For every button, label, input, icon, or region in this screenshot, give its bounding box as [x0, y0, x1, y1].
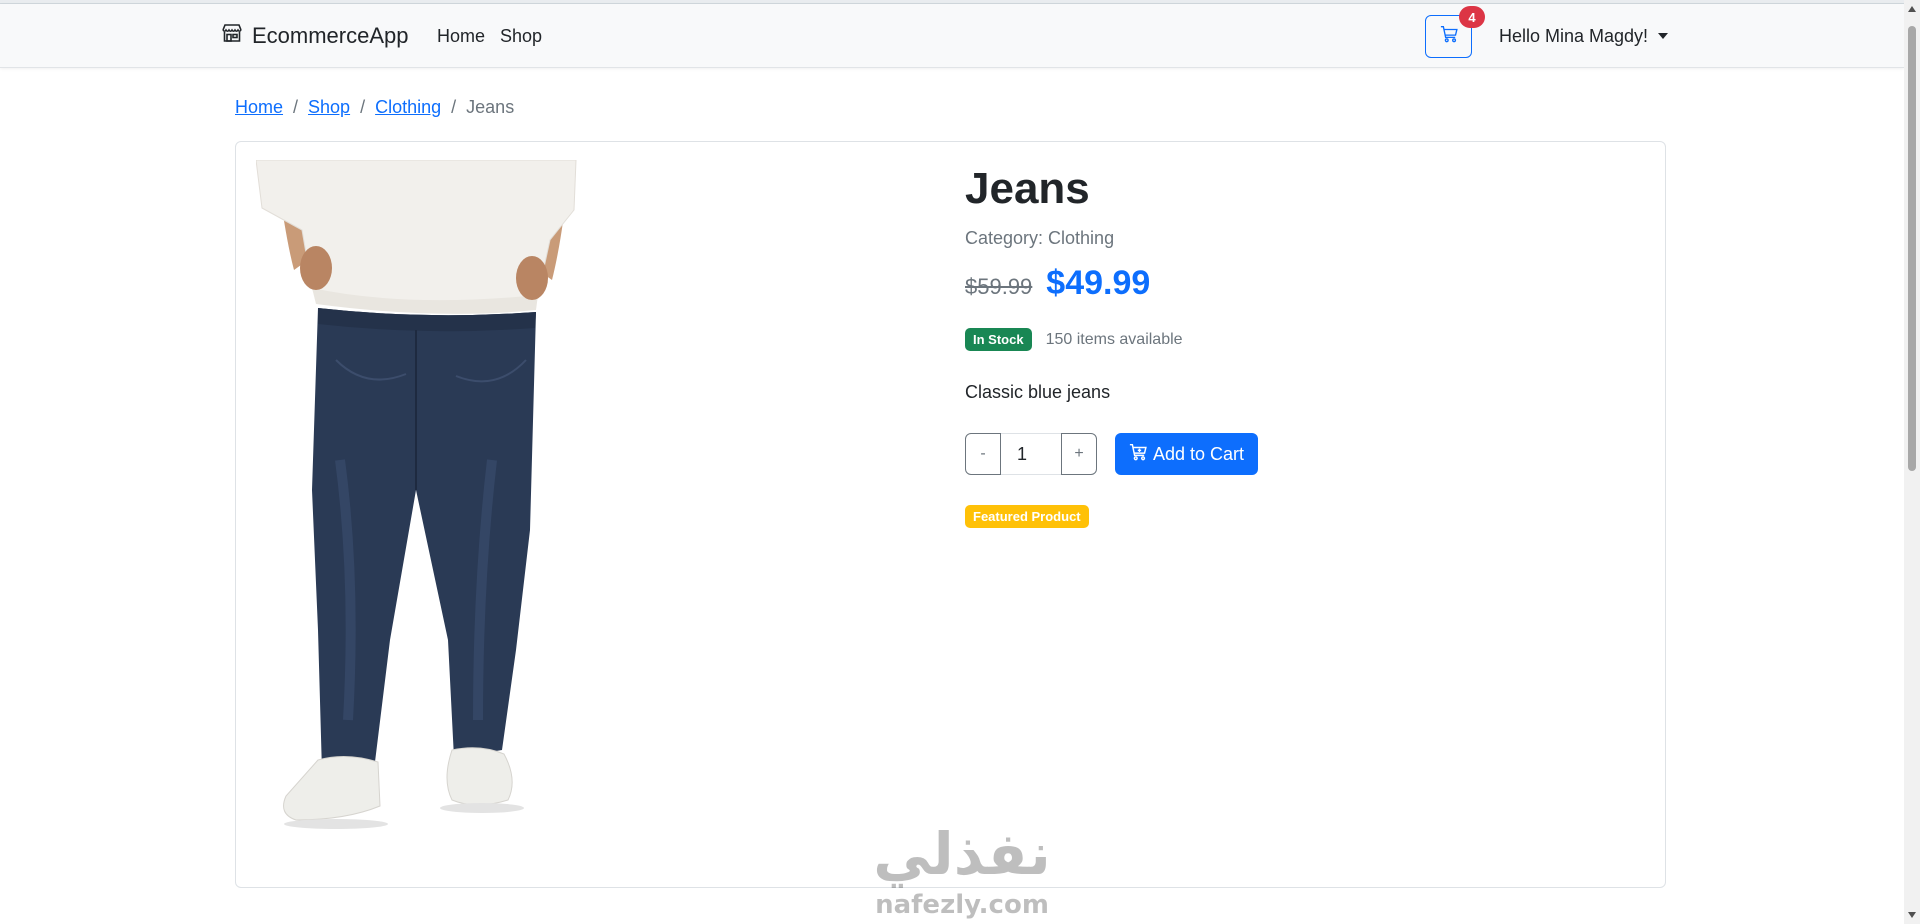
quantity-decrease-button[interactable]: -: [965, 433, 1001, 475]
items-available: 150 items available: [1045, 330, 1183, 348]
product-image: [255, 159, 616, 840]
brand-link[interactable]: EcommerceApp: [220, 4, 409, 68]
nav-links: Home Shop: [437, 4, 542, 68]
add-to-cart-label: Add to Cart: [1153, 443, 1245, 464]
quantity-increase-button[interactable]: +: [1061, 433, 1097, 475]
shop-icon: [220, 21, 244, 51]
add-to-cart-button[interactable]: Add to Cart: [1115, 433, 1259, 475]
featured-product-badge: Featured Product: [965, 505, 1089, 528]
navbar: EcommerceApp Home Shop 4 Hello Mina Magd…: [0, 4, 1904, 68]
sale-price: $49.99: [1046, 264, 1151, 302]
scroll-down-arrow-icon[interactable]: [1908, 912, 1916, 918]
stock-row: In Stock 150 items available: [965, 328, 1183, 351]
product-title: Jeans: [965, 164, 1090, 213]
purchase-controls: - + Add to Cart: [965, 433, 1259, 475]
scrollbar-thumb[interactable]: [1908, 26, 1916, 471]
breadcrumb-separator: /: [293, 97, 299, 117]
in-stock-badge: In Stock: [965, 328, 1032, 351]
product-card: Jeans Category: Clothing $59.99 $49.99 I…: [235, 141, 1666, 888]
breadcrumb-home[interactable]: Home: [235, 97, 283, 118]
vertical-scrollbar[interactable]: [1904, 0, 1920, 924]
quantity-stepper: - +: [965, 433, 1097, 475]
breadcrumb-current: Jeans: [466, 97, 515, 117]
scroll-up-arrow-icon[interactable]: [1908, 6, 1916, 12]
nav-link-shop[interactable]: Shop: [500, 26, 542, 47]
cart-count-badge: 4: [1459, 6, 1485, 28]
original-price: $59.99: [965, 274, 1033, 299]
brand-name: EcommerceApp: [252, 23, 409, 48]
cart-button[interactable]: 4: [1425, 6, 1485, 58]
cart-icon: [1440, 25, 1458, 48]
nav-link-home[interactable]: Home: [437, 26, 485, 47]
breadcrumb-separator: /: [360, 97, 366, 117]
breadcrumb-clothing[interactable]: Clothing: [375, 97, 441, 118]
watermark-latin: nafezly.com: [875, 890, 1049, 920]
caret-down-icon: [1658, 33, 1669, 39]
product-category: Category: Clothing: [965, 228, 1115, 248]
cart-plus-icon: [1129, 443, 1147, 466]
user-greeting: Hello Mina Magdy!: [1499, 25, 1649, 46]
breadcrumb: Home / Shop / Clothing / Jeans: [235, 97, 514, 118]
price-row: $59.99 $49.99: [965, 264, 1150, 303]
product-description: Classic blue jeans: [965, 382, 1111, 402]
quantity-input[interactable]: [1001, 433, 1061, 475]
breadcrumb-separator: /: [451, 97, 457, 117]
breadcrumb-shop[interactable]: Shop: [308, 97, 350, 118]
user-menu-toggle[interactable]: Hello Mina Magdy!: [1499, 4, 1669, 68]
